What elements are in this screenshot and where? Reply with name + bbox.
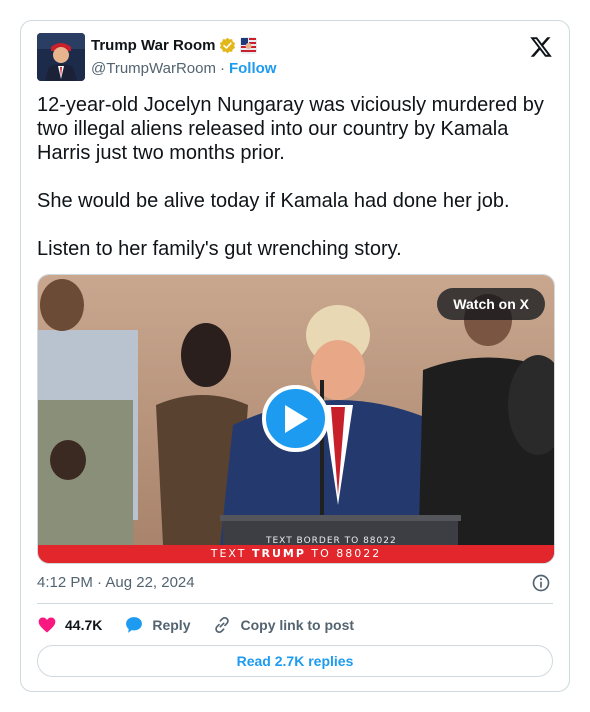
like-count: 44.7K [65, 617, 103, 633]
reply-label: Reply [152, 617, 191, 633]
like-action[interactable]: 44.7K [37, 615, 102, 635]
banner-prefix: TEXT [210, 547, 252, 560]
divider [37, 603, 553, 604]
read-replies-button[interactable]: Read 2.7K replies [37, 645, 553, 677]
verified-badge-icon [220, 37, 236, 54]
video-media[interactable]: Watch on X TEXT BORDER TO 88022 TEXT TRU… [37, 274, 555, 564]
banner-bold: TRUMP [251, 547, 306, 560]
reply-action[interactable]: Reply [124, 615, 190, 635]
follow-button[interactable]: Follow [229, 60, 277, 77]
author-name-row: Trump War Room [91, 37, 258, 54]
info-icon[interactable] [531, 573, 551, 593]
watch-on-x-button[interactable]: Watch on X [437, 288, 545, 320]
handle-separator: · [219, 60, 225, 77]
video-banner: TEXT TRUMP TO 88022 [38, 545, 554, 563]
author-handle[interactable]: @TrumpWarRoom [91, 60, 216, 77]
tweet-paragraph: 12-year-old Jocelyn Nungaray was vicious… [37, 94, 544, 164]
link-icon [215, 616, 230, 634]
affiliate-badge-icon[interactable] [240, 37, 258, 54]
author-name[interactable]: Trump War Room [91, 37, 215, 54]
reply-bubble-icon [126, 617, 143, 633]
x-logo-icon[interactable] [529, 35, 553, 59]
tweet-card: Trump War Room @TrumpWarRoom · Follow 12… [20, 20, 570, 692]
author-handle-row: @TrumpWarRoom · Follow [91, 60, 276, 77]
copy-link-label: Copy link to post [240, 617, 355, 633]
heart-icon [38, 617, 56, 633]
tweet-timestamp[interactable]: 4:12 PM · Aug 22, 2024 [37, 574, 195, 591]
action-bar: 44.7K Reply Copy link to post [37, 613, 376, 637]
avatar-image [37, 33, 85, 81]
banner-suffix: TO 88022 [305, 547, 382, 560]
copy-link-action[interactable]: Copy link to post [212, 615, 354, 635]
play-button[interactable] [262, 385, 329, 452]
play-icon [284, 404, 308, 433]
author-avatar[interactable] [37, 33, 85, 81]
tweet-paragraph: Listen to her family's gut wrenching sto… [37, 238, 402, 260]
tweet-paragraph: She would be alive today if Kamala had d… [37, 190, 510, 212]
tweet-text: 12-year-old Jocelyn Nungaray was vicious… [37, 93, 557, 261]
